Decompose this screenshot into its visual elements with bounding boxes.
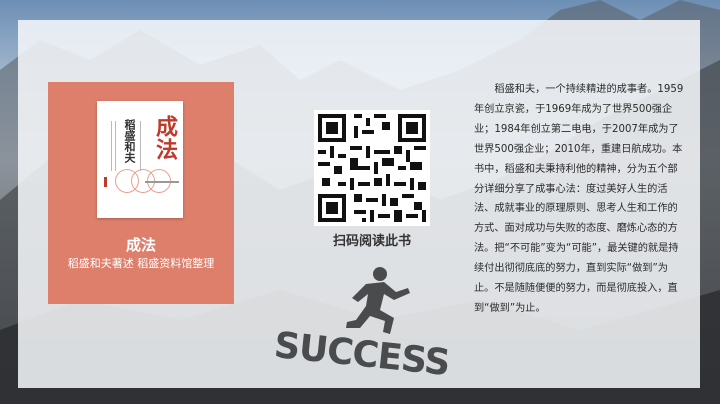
cover-small-text: [145, 181, 179, 183]
cover-author: 稻盛和夫: [123, 119, 136, 163]
qr-code[interactable]: [314, 110, 430, 226]
cover-red-mark: [104, 177, 107, 187]
success-text: SUCCESS: [272, 325, 451, 382]
book-subtitle: 稻盛和夫著述 稻盛资料馆整理: [67, 257, 215, 270]
book-cover-image: 成法 稻盛和夫: [97, 101, 183, 218]
runner-icon: [346, 267, 410, 334]
cover-title: 成法: [152, 115, 178, 161]
qr-caption: 扫码阅读此书: [332, 234, 411, 249]
success-runner-graphic: SUCCESS: [272, 267, 451, 382]
cover-decor-line: [115, 121, 116, 171]
book-description: 稻盛和夫，一个持续精进的成事者。1959年创立京瓷，于1969年成为了世界500…: [474, 80, 686, 319]
book-title: 成法: [125, 236, 156, 254]
description-paragraph: 稻盛和夫，一个持续精进的成事者。1959年创立京瓷，于1969年成为了世界500…: [474, 84, 684, 314]
qr-code-icon: [314, 110, 430, 226]
cover-decor-line: [140, 121, 141, 171]
cover-decor-line: [111, 121, 112, 171]
